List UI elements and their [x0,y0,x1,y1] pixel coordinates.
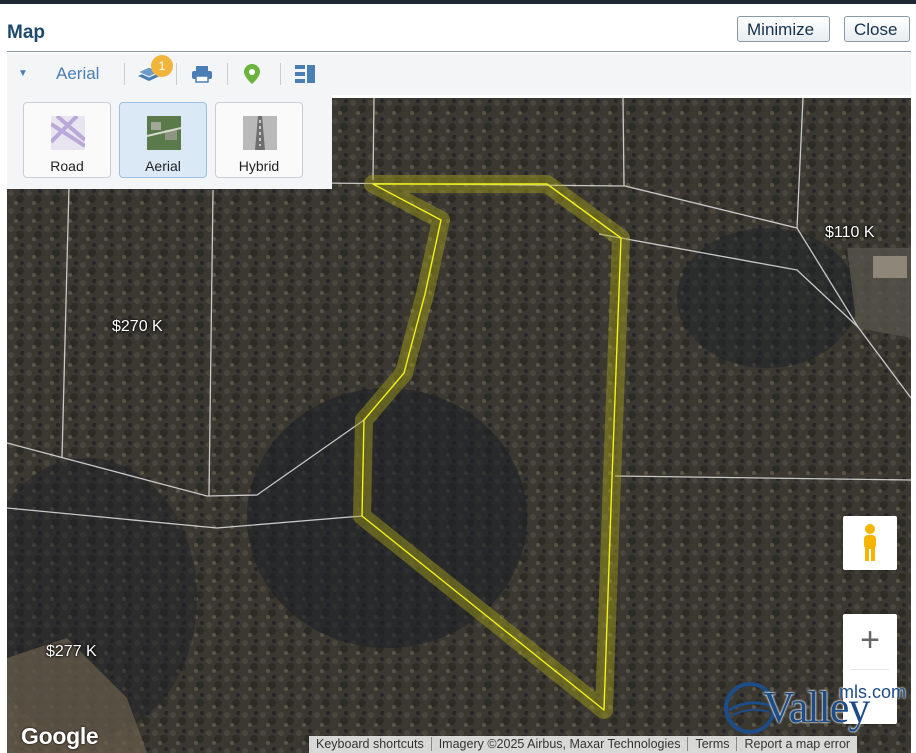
map-style-label: Hybrid [238,158,280,174]
zoom-divider [851,669,889,670]
map-style-road[interactable]: Road [23,102,111,178]
map-style-label: Aerial [145,158,181,174]
logo-domain: mls.com [839,682,906,702]
list-panel-icon[interactable] [291,61,319,87]
map-canvas[interactable]: $270 K $110 K $277 K + Valley mls.com Go… [7,98,911,753]
aerial-imagery [7,98,911,753]
toolbar-divider [124,63,125,85]
price-label[interactable]: $270 K [112,318,163,336]
report-map-error-link[interactable]: Report a map error [737,737,857,751]
dialog-header: Map Minimize Close [0,4,916,52]
terms-link[interactable]: Terms [688,737,738,751]
street-view-pegman-icon[interactable] [843,516,897,570]
imagery-credit: Imagery ©2025 Airbus, Maxar Technologies [431,737,689,751]
zoom-in-button[interactable]: + [843,614,897,668]
map-style-aerial[interactable]: Aerial [119,102,207,178]
map-style-label: Road [50,158,84,174]
map-pin-icon[interactable] [238,61,266,87]
hybrid-map-icon [243,116,277,150]
dialog-title: Map [7,22,45,43]
aerial-map-icon [147,116,181,150]
price-label[interactable]: $277 K [46,643,97,661]
minimize-button[interactable]: Minimize [737,16,830,42]
print-icon[interactable] [188,61,216,87]
map-type-selector[interactable]: Aerial [56,64,99,84]
price-label[interactable]: $110 K [825,224,875,242]
toolbar-divider [227,63,228,85]
toolbar-divider [280,63,281,85]
map-attribution: Keyboard shortcuts Imagery ©2025 Airbus, … [309,736,858,753]
keyboard-shortcuts-link[interactable]: Keyboard shortcuts [309,737,432,751]
google-logo: Google [21,723,99,749]
close-button[interactable]: Close [844,16,910,42]
header-divider [7,51,911,52]
valley-mls-logo: Valley mls.com [723,678,911,738]
toolbar-divider [176,63,177,85]
map-style-hybrid[interactable]: Hybrid [215,102,303,178]
road-map-icon [51,116,85,150]
map-toolbar: ▼ Aerial 1 [7,53,911,95]
layers-count-badge: 1 [151,55,173,77]
chevron-down-icon[interactable]: ▼ [18,68,28,79]
map-style-panel: Road Aerial Hybrid [7,95,332,189]
